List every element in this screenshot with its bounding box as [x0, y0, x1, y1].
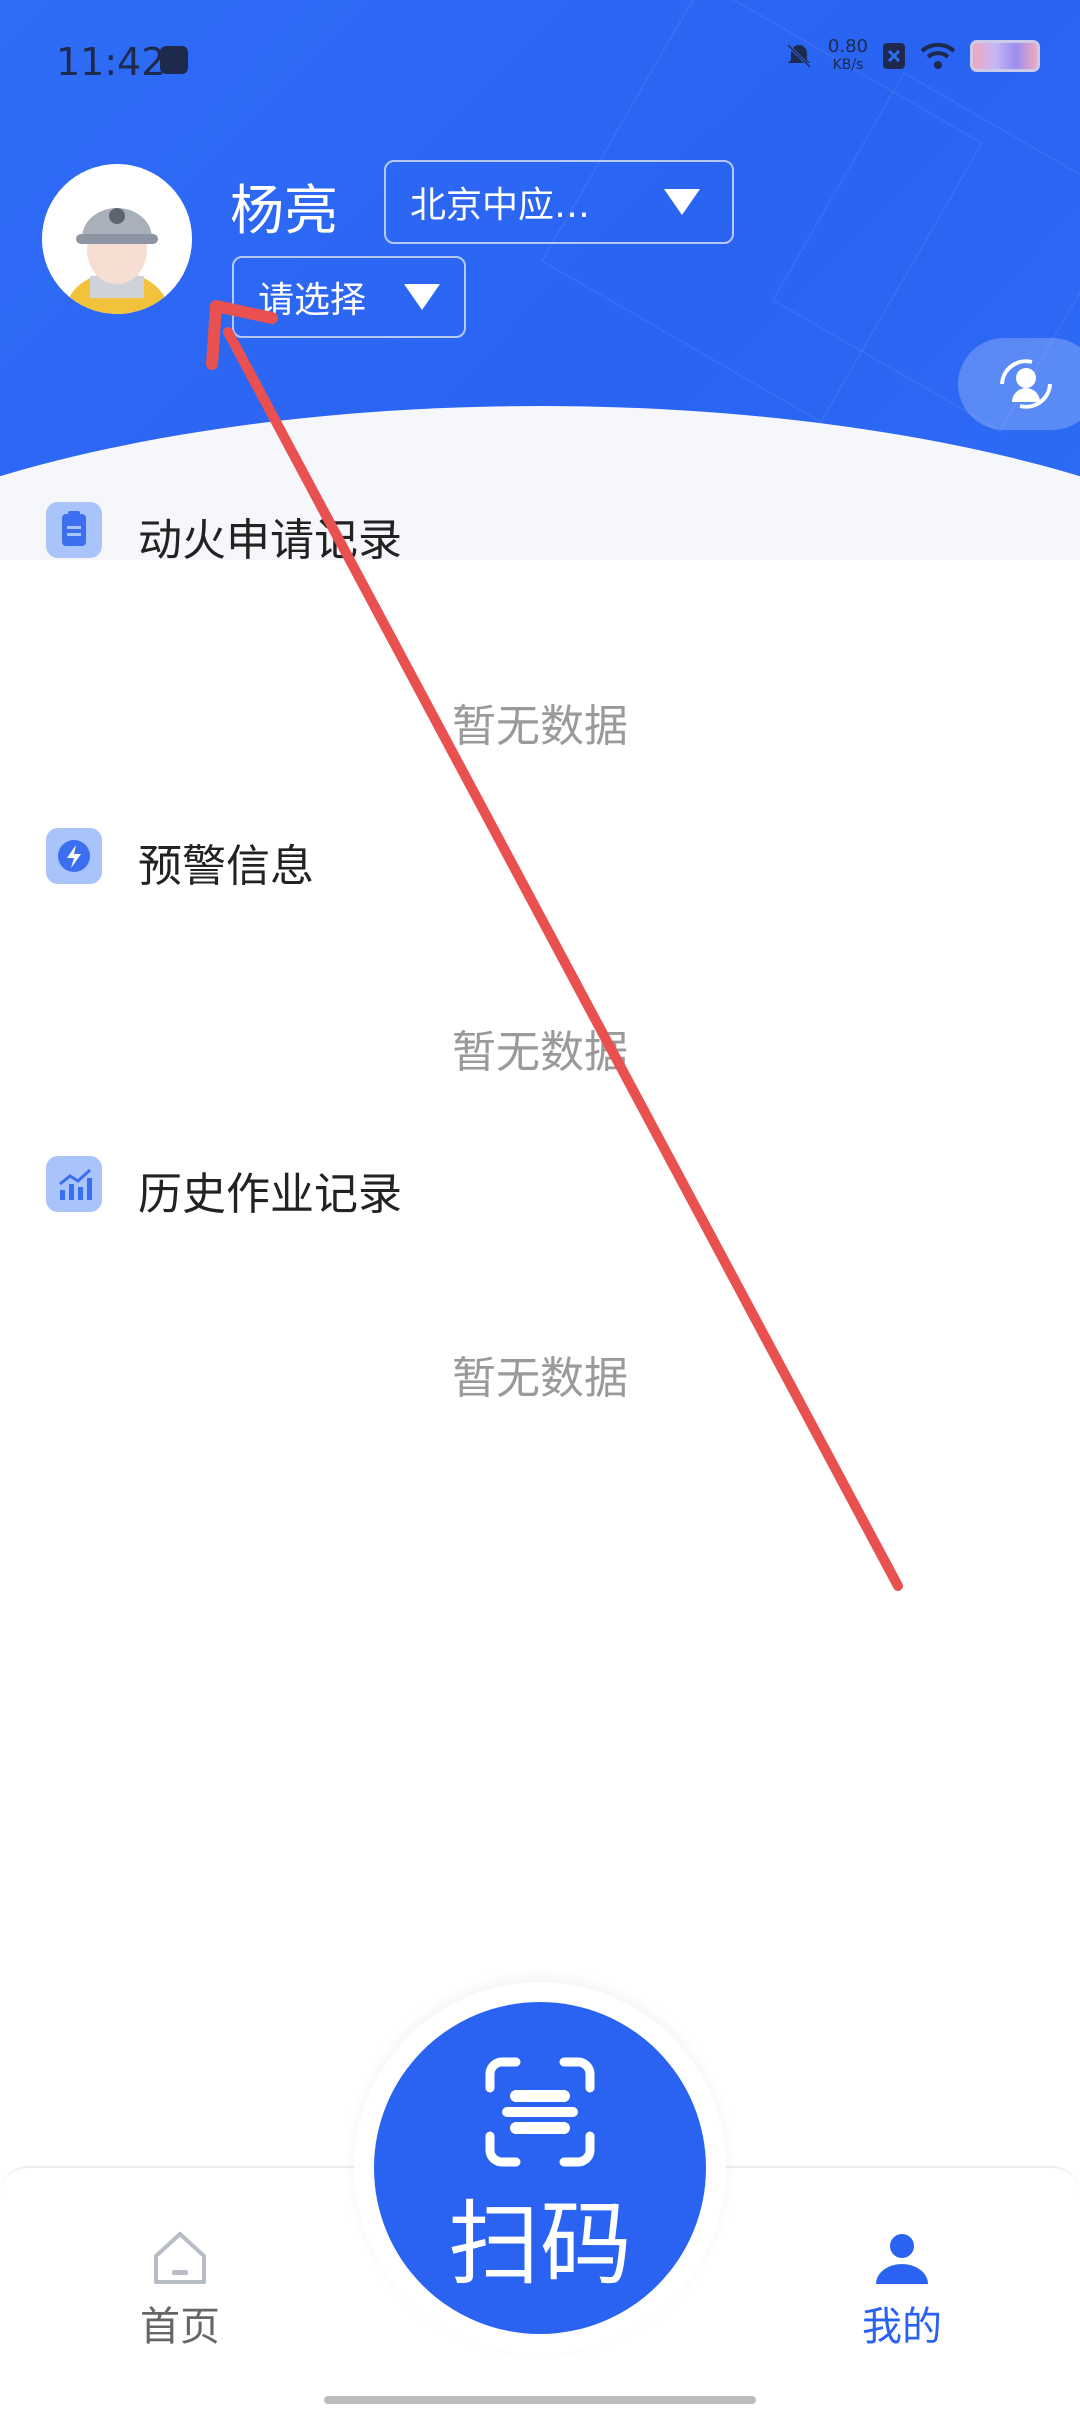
sub-dropdown-value: 请选择 [258, 280, 367, 321]
battery-icon [970, 40, 1040, 72]
profile-header: 11:42 0.80 KB/s 杨亮 北京中应… 请选择 [0, 0, 1080, 560]
user-icon [876, 2234, 928, 2284]
scan-button[interactable]: 扫码 [374, 2002, 706, 2334]
company-dropdown-value: 北京中应… [410, 185, 591, 226]
mute-bell-icon [786, 43, 811, 69]
avatar[interactable] [42, 164, 192, 314]
scan-icon [485, 2057, 595, 2167]
home-indicator [324, 2396, 756, 2404]
clipboard-icon [46, 502, 102, 558]
tab-mine-label: 我的 [862, 2304, 942, 2350]
network-speed-value: 0.80 [827, 36, 868, 57]
scan-button-label: 扫码 [447, 2191, 632, 2298]
tab-mine[interactable]: 我的 [842, 2226, 962, 2352]
status-time: 11:42 [56, 40, 166, 84]
sim-disabled-icon [883, 43, 905, 69]
lightning-icon [46, 828, 102, 884]
tab-home[interactable]: 首页 [120, 2226, 240, 2352]
sub-dropdown[interactable]: 请选择 [232, 256, 466, 338]
home-icon [154, 2232, 206, 2284]
empty-state-fire-application: 暂无数据 [452, 701, 628, 752]
chart-icon [46, 1156, 102, 1212]
section-title-warnings: 预警信息 [138, 841, 314, 892]
user-name: 杨亮 [230, 179, 338, 242]
tab-home-label: 首页 [140, 2304, 220, 2350]
network-speed: 0.80 KB/s [828, 38, 868, 74]
wifi-icon [920, 42, 956, 69]
section-title-history: 历史作业记录 [138, 1169, 402, 1220]
section-title-fire-application: 动火申请记录 [138, 515, 402, 566]
company-dropdown[interactable]: 北京中应… [384, 160, 734, 244]
notification-icon [160, 46, 188, 74]
dropdown-triangle-icon [664, 189, 700, 215]
switch-role-button[interactable] [958, 338, 1080, 430]
worker-avatar-icon [42, 164, 192, 314]
dropdown-triangle-icon [404, 284, 440, 310]
empty-state-history: 暂无数据 [452, 1353, 628, 1404]
switch-user-icon [1000, 359, 1052, 409]
status-bar: 11:42 0.80 KB/s [0, 0, 1080, 120]
network-speed-unit: KB/s [832, 57, 864, 73]
empty-state-warnings: 暂无数据 [452, 1027, 628, 1078]
